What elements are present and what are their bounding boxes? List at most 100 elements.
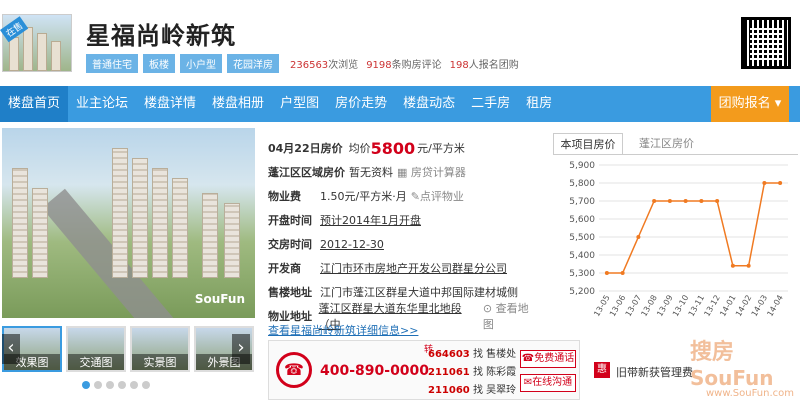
data-point (730, 263, 735, 268)
views-count: 236563 (290, 60, 329, 71)
data-point (778, 181, 783, 185)
agent-list: 664603 找 售楼处 211061 找 陈彩霞 211060 找 吴翠玲 (428, 346, 516, 400)
data-point (620, 271, 625, 275)
free-call-button[interactable]: ☎免费通话 (520, 350, 576, 368)
chevron-right-icon[interactable]: › (232, 334, 250, 364)
tag: 花园洋房 (227, 54, 279, 73)
nav-price-trend[interactable]: 房价走势 (327, 86, 395, 122)
review-property-link[interactable]: ✎点评物业 (411, 188, 464, 204)
agent-name: 找 吴翠玲 (472, 385, 517, 396)
tag: 普通住宅 (86, 54, 138, 73)
agent-ext: 211060 (428, 385, 470, 396)
carousel-dot[interactable] (142, 381, 150, 389)
more-details-link[interactable]: 查看星福尚岭新筑详细信息>> (268, 322, 418, 338)
soufun-url: www.SouFun.com (706, 388, 795, 399)
y-tick-label: 5,400 (569, 251, 595, 261)
nav-floorplan[interactable]: 户型图 (272, 86, 327, 122)
carousel-dot[interactable] (118, 381, 126, 389)
pencil-icon: ✎ (410, 190, 420, 203)
data-point (683, 199, 688, 203)
nav-rent[interactable]: 租房 (518, 86, 560, 122)
nav-resale[interactable]: 二手房 (463, 86, 518, 122)
nav-forum[interactable]: 业主论坛 (68, 86, 136, 122)
online-chat-label: 在线沟通 (532, 377, 573, 388)
comments-label: 条购房评论 (391, 60, 442, 71)
y-tick-label: 5,300 (569, 269, 595, 279)
qr-code-icon (741, 17, 791, 69)
agent-ext: 211061 (428, 367, 470, 378)
avg-price: 5800 (370, 138, 416, 158)
carousel-dot[interactable] (106, 381, 114, 389)
thumb-label: 实景图 (132, 354, 188, 370)
main-nav: 楼盘首页 业主论坛 楼盘详情 楼盘相册 户型图 房价走势 楼盘动态 二手房 租房… (0, 86, 800, 122)
nav-home[interactable]: 楼盘首页 (0, 86, 69, 122)
free-call-label: 免费通话 (534, 353, 575, 364)
phone-icon: ☎ (276, 352, 312, 388)
avg-label: 均价 (348, 142, 371, 155)
hotline-number: 400-890-0000 (320, 363, 430, 379)
deliver-date-label: 交房时间 (268, 238, 312, 251)
phone-small-icon: ☎ (521, 353, 535, 364)
soufun-watermark: SouFun (194, 292, 245, 306)
calculator-link[interactable]: ▦ 房贷计算器 (397, 164, 466, 180)
developer-label: 开发商 (268, 262, 301, 275)
data-point (667, 199, 672, 203)
developer-value[interactable]: 江门市环市房地产开发公司群星分公司 (320, 260, 507, 276)
region-price-value: 暂无资料 (349, 166, 393, 179)
carousel-dot[interactable] (82, 381, 90, 389)
price-series-line (606, 182, 781, 274)
sales-address-value: 江门市蓬江区群星大道中邦国际建材城侧 (320, 286, 518, 299)
agent-name: 找 陈彩霞 (472, 367, 517, 378)
agent-ext: 664603 (428, 349, 470, 360)
online-chat-button[interactable]: ✉在线沟通 (520, 374, 576, 392)
tab-district-price[interactable]: 蓬江区房价 (624, 133, 709, 155)
groupbuy-signup-button[interactable]: 团购报名 ▾ (711, 86, 789, 122)
calculator-label: 房贷计算器 (410, 166, 466, 179)
views-label: 次浏览 (328, 60, 359, 71)
mgmt-fee-value: 1.50元/平方米·月 (320, 190, 407, 203)
project-title: 星福尚岭新筑 (86, 22, 236, 50)
data-point (604, 271, 609, 275)
agent-name: 找 售楼处 (472, 349, 517, 360)
tag: 小户型 (180, 54, 222, 73)
y-tick-label: 5,800 (569, 179, 595, 189)
agent-row: 664603 找 售楼处 (428, 346, 516, 364)
tab-project-price[interactable]: 本项目房价 (553, 133, 623, 155)
carousel-dot[interactable] (130, 381, 138, 389)
price-date-label: 04月22日房价 (268, 142, 343, 155)
open-date-value[interactable]: 预计2014年1月开盘 (320, 212, 421, 228)
view-map-link[interactable]: ⊙ 查看地图 (483, 300, 538, 332)
deliver-date-value[interactable]: 2012-12-30 (320, 238, 384, 251)
chat-icon: ✉ (523, 377, 533, 388)
carousel-dots (82, 381, 150, 389)
soufun-logo: 搜房SouFun (690, 334, 800, 391)
y-tick-label: 5,900 (569, 161, 595, 171)
agent-row: 211061 找 陈彩霞 (428, 364, 516, 382)
mgmt-fee-label: 物业费 (268, 190, 301, 203)
nav-details[interactable]: 楼盘详情 (136, 86, 204, 122)
y-tick-label: 5,700 (569, 197, 595, 207)
project-stats: 236563次浏览 9198条购房评论 198人报名团购 (290, 56, 519, 71)
chevron-left-icon[interactable]: ‹ (2, 334, 20, 364)
data-point (715, 199, 720, 203)
main-render-image[interactable]: SouFun (2, 128, 255, 318)
nav-news[interactable]: 楼盘动态 (395, 86, 463, 122)
data-point (699, 199, 704, 203)
gallery-thumbnails: 效果图 交通图 实景图 外景图 (2, 326, 255, 374)
region-price-label: 蓬江区区域房价 (268, 166, 345, 179)
review-label: 点评物业 (419, 190, 464, 203)
groupbuy-count: 198 (449, 60, 469, 71)
tag: 板楼 (143, 54, 175, 73)
thumb-traffic[interactable]: 交通图 (66, 326, 126, 372)
carousel-dot[interactable] (94, 381, 102, 389)
data-point (762, 181, 767, 185)
property-tags: 普通住宅 板楼 小户型 花园洋房 (86, 54, 279, 73)
thumb-real[interactable]: 实景图 (130, 326, 190, 372)
x-tick-label: 14-04 (765, 294, 784, 319)
groupbuy-label: 人报名团购 (468, 60, 519, 71)
comments-count: 9198 (366, 60, 392, 71)
calculator-icon: ▦ (397, 166, 408, 179)
nav-album[interactable]: 楼盘相册 (204, 86, 272, 122)
y-tick-label: 5,200 (569, 287, 595, 297)
promo-text[interactable]: 旧带新获管理费 (616, 364, 693, 380)
